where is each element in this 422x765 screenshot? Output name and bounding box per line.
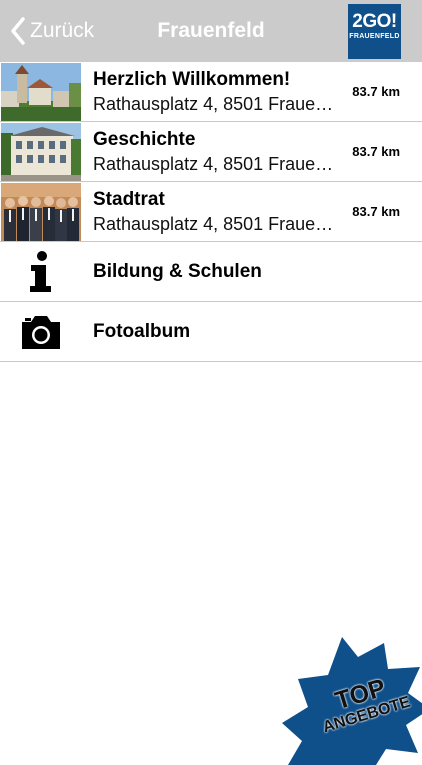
list-item-distance: 83.7 km	[352, 84, 400, 99]
chevron-left-icon	[11, 17, 25, 45]
top-angebote-badge[interactable]: TOP ANGEBOTE	[280, 635, 422, 765]
info-icon	[0, 242, 82, 302]
building-photo-thumbnail	[1, 123, 81, 181]
list-item-title: Herzlich Willkommen!	[93, 69, 291, 90]
list-item-distance: 83.7 km	[352, 204, 400, 219]
list-item-label: Fotoalbum	[93, 321, 191, 342]
list-item-title: Geschichte	[93, 129, 196, 150]
logo-sub-text: FRAUENFELD	[349, 33, 400, 40]
list-item-stadtrat[interactable]: Stadtrat Rathausplatz 4, 8501 Frauenfeld…	[0, 182, 422, 242]
council-photo-thumbnail	[1, 183, 81, 241]
logo-main-text: 2GO!	[352, 11, 397, 32]
list-item-address: Rathausplatz 4, 8501 Frauenfeld	[93, 94, 338, 114]
town-photo-thumbnail	[1, 63, 81, 121]
list-item-herzlich-willkommen[interactable]: Herzlich Willkommen! Rathausplatz 4, 850…	[0, 62, 422, 122]
list-item-geschichte[interactable]: Geschichte Rathausplatz 4, 8501 Frauenfe…	[0, 122, 422, 182]
list-item-fotoalbum[interactable]: Fotoalbum	[0, 302, 422, 362]
back-button[interactable]: Zurück	[10, 14, 94, 48]
app-logo: 2GO! FRAUENFELD	[348, 4, 401, 59]
list-item-address: Rathausplatz 4, 8501 Frauenfeld	[93, 214, 338, 234]
list-item-address: Rathausplatz 4, 8501 Frauenfeld	[93, 154, 338, 174]
back-button-label: Zurück	[30, 19, 95, 42]
list-item-label: Bildung & Schulen	[93, 261, 262, 282]
navigation-bar: Zurück Frauenfeld 2GO! FRAUENFELD	[0, 0, 422, 62]
list-item-distance: 83.7 km	[352, 144, 400, 159]
list-item-bildung-schulen[interactable]: Bildung & Schulen	[0, 242, 422, 302]
list-item-title: Stadtrat	[93, 189, 165, 210]
camera-icon	[0, 302, 82, 362]
content-list: Herzlich Willkommen! Rathausplatz 4, 850…	[0, 62, 422, 362]
